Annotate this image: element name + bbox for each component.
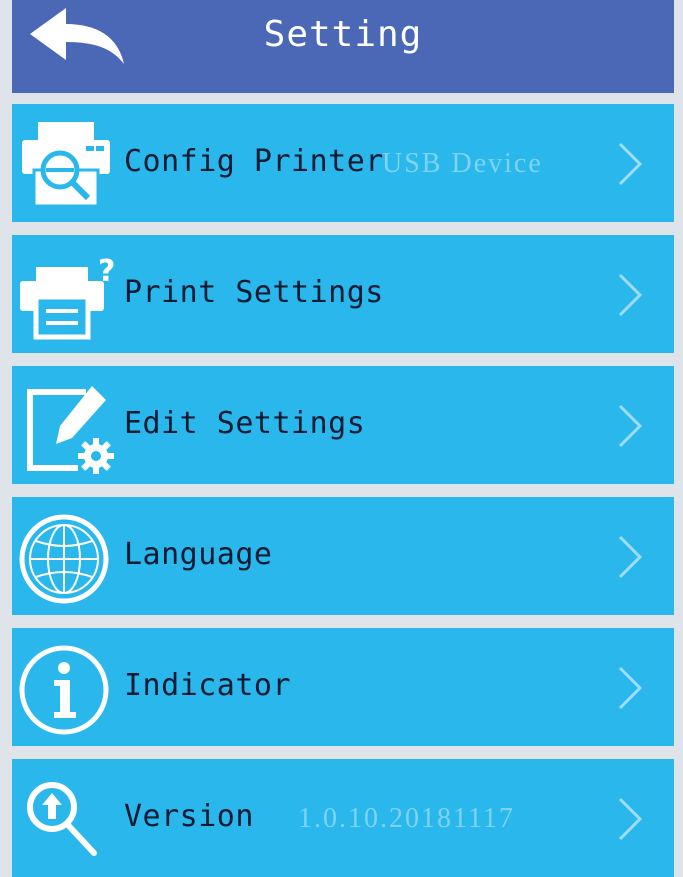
page-title: Setting: [263, 14, 423, 55]
edit-gear-icon: [27, 386, 114, 474]
indicator-row[interactable]: Indicator: [12, 628, 674, 746]
row-value: 1.0.10.20181117: [298, 803, 515, 834]
chevron-right-icon: [618, 404, 643, 448]
row-label: Edit Settings: [124, 406, 366, 441]
config-printer-row[interactable]: Config Printer USB Device: [12, 104, 674, 222]
printer-config-icon: [22, 122, 110, 208]
svg-text:?: ?: [98, 254, 115, 289]
row-label: Language: [124, 537, 273, 572]
language-row[interactable]: Language: [12, 497, 674, 615]
info-icon: [19, 645, 109, 735]
settings-screen: Setting Config Printer USB Device ? Prin…: [0, 0, 683, 877]
chevron-right-icon: [618, 797, 643, 841]
row-label: Indicator: [124, 668, 292, 703]
row-label: Version: [124, 799, 254, 834]
row-value: USB Device: [382, 148, 543, 179]
edit-settings-row[interactable]: Edit Settings: [12, 366, 674, 484]
row-label: Print Settings: [124, 275, 384, 310]
globe-icon: [19, 514, 109, 604]
chevron-right-icon: [618, 273, 643, 317]
search-upload-icon: [27, 782, 97, 856]
printer-question-icon: ?: [20, 254, 115, 340]
version-row[interactable]: Version 1.0.10.20181117: [12, 759, 674, 877]
chevron-right-icon: [618, 535, 643, 579]
header-bar: Setting: [12, 0, 674, 93]
row-label: Config Printer: [124, 144, 384, 179]
chevron-right-icon: [618, 666, 643, 710]
print-settings-row[interactable]: ? Print Settings: [12, 235, 674, 353]
chevron-right-icon: [618, 142, 643, 186]
